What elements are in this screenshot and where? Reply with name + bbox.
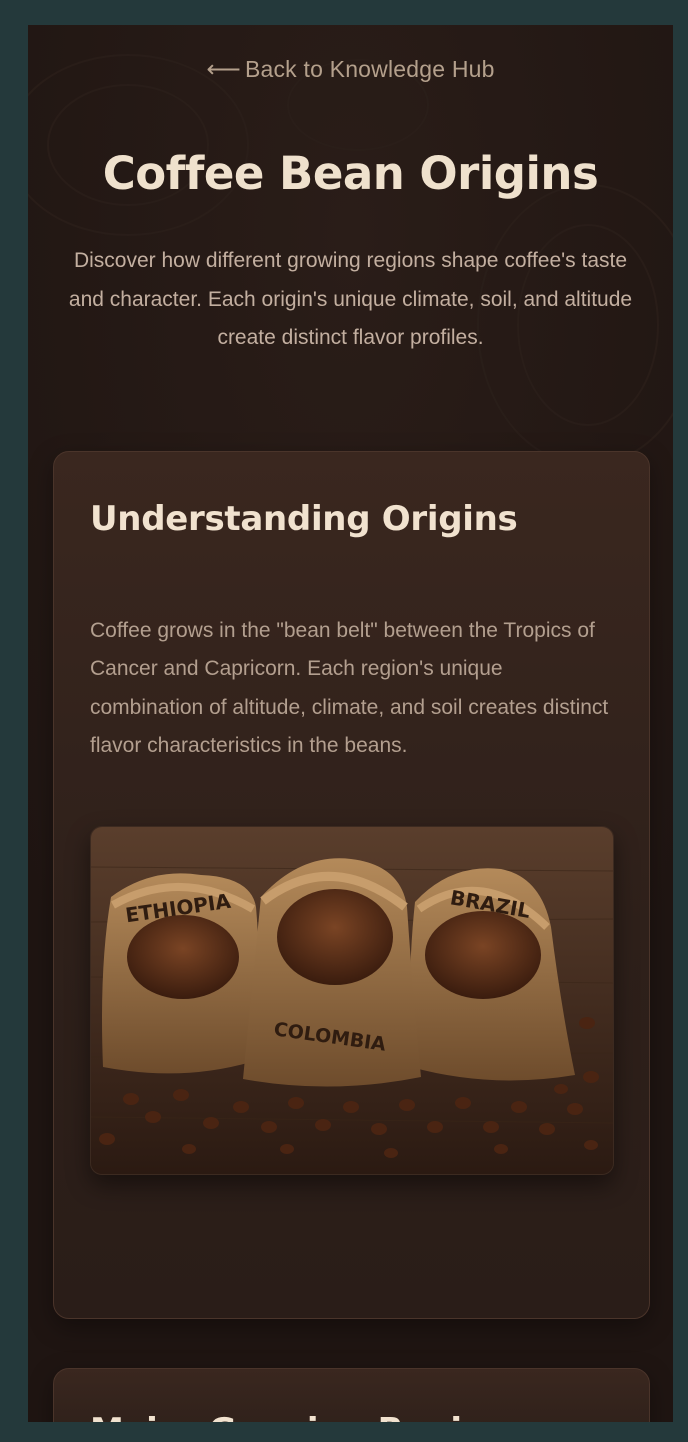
back-arrow-icon: ⟵ [206, 56, 241, 83]
back-link-label: Back to Knowledge Hub [244, 56, 495, 82]
coffee-sacks-image: ETHIOPIA BRAZIL COLOMBIA [90, 826, 614, 1175]
colombia-sack: COLOMBIA [243, 858, 421, 1087]
section-heading: Understanding Origins [90, 499, 518, 539]
ethiopia-sack: ETHIOPIA [102, 873, 259, 1074]
section-heading: Major Growing Regions [90, 1411, 529, 1422]
back-to-hub-link[interactable]: ⟵ Back to Knowledge Hub [28, 55, 673, 84]
understanding-origins-card: Understanding Origins Coffee grows in th… [53, 451, 650, 1319]
growing-regions-card: Major Growing Regions [53, 1368, 650, 1422]
page-subtitle: Discover how different growing regions s… [68, 249, 633, 349]
page-title: Coffee Bean Origins [102, 147, 599, 200]
page-frame: ⟵ Back to Knowledge Hub Coffee Bean Origi… [28, 25, 673, 1422]
section-body: Coffee grows in the "bean belt" between … [90, 619, 609, 757]
